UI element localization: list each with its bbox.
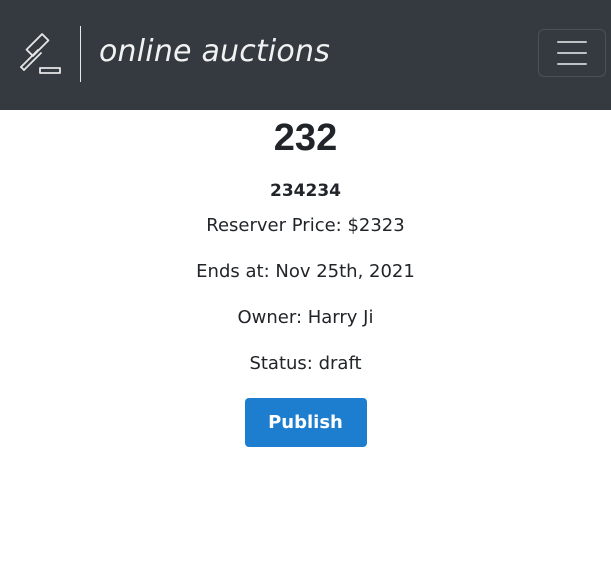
gavel-icon xyxy=(20,33,61,74)
owner: Owner: Harry Ji xyxy=(237,307,374,328)
brand-text: online auctions xyxy=(99,34,331,69)
hamburger-menu-icon-bar xyxy=(557,52,587,54)
brand-link[interactable]: online auctions xyxy=(16,24,330,84)
status: Status: draft xyxy=(249,353,362,374)
end-date: Ends at: Nov 25th, 2021 xyxy=(196,261,415,282)
hamburger-menu-icon-bar xyxy=(557,63,587,65)
auction-detail: 232 234234 Reserver Price: $2323 Ends at… xyxy=(0,110,611,447)
top-navbar: online auctions xyxy=(0,0,611,110)
navbar-toggle-button[interactable] xyxy=(538,29,606,77)
publish-button[interactable]: Publish xyxy=(244,398,367,447)
auction-title: 232 xyxy=(273,117,338,159)
reserve-price: Reserver Price: $2323 xyxy=(206,215,405,236)
brand-divider xyxy=(80,26,81,82)
auction-description: 234234 xyxy=(270,181,341,201)
hamburger-menu-icon xyxy=(557,41,587,43)
